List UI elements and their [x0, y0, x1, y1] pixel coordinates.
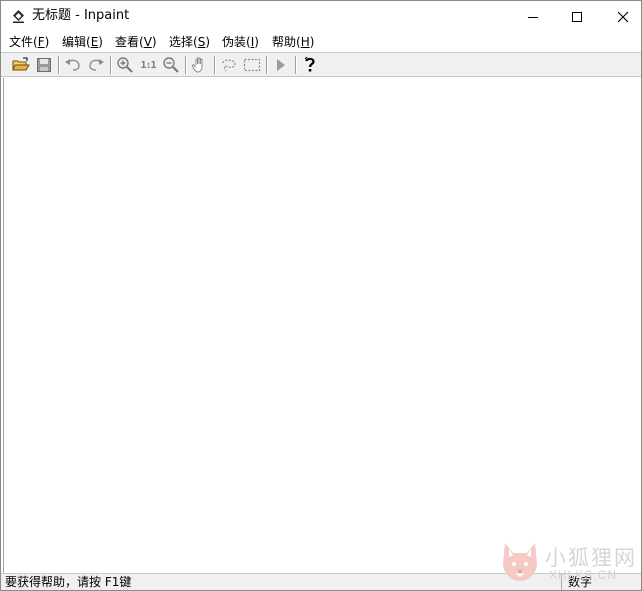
zoom-out-button[interactable]	[161, 55, 181, 75]
image-canvas[interactable]	[3, 78, 640, 573]
menu-file-tail: )	[44, 35, 50, 49]
menu-select[interactable]: 选择(S)	[169, 33, 210, 51]
minimize-button[interactable]	[510, 1, 556, 32]
menu-select-label: 选择(	[169, 35, 198, 49]
toolbar-separator	[295, 56, 297, 74]
run-button[interactable]	[271, 55, 291, 75]
menu-disguise[interactable]: 伪装(I)	[222, 33, 259, 51]
open-button[interactable]	[11, 55, 31, 75]
toolbar-separator	[214, 56, 216, 74]
lasso-select-button[interactable]	[219, 55, 239, 75]
menu-view-tail: )	[151, 35, 157, 49]
undo-icon	[65, 59, 80, 71]
hand-pan-icon	[191, 57, 203, 73]
title-bar[interactable]: 无标题 - Inpaint	[1, 1, 641, 32]
open-folder-icon	[12, 57, 30, 71]
zoom-out-icon	[163, 57, 179, 73]
app-window: 无标题 - Inpaint 文件(F) 编辑(E) 查看(V) 选择(S) 伪装…	[0, 0, 642, 591]
toolbar-separator	[185, 56, 187, 74]
zoom-in-button[interactable]	[115, 55, 135, 75]
help-button[interactable]	[300, 55, 320, 75]
lasso-select-icon	[222, 59, 236, 72]
save-button[interactable]	[34, 55, 54, 75]
zoom-in-icon	[117, 57, 133, 73]
rect-select-button[interactable]	[242, 55, 262, 75]
toolbar-separator	[58, 56, 60, 74]
maximize-button[interactable]	[554, 1, 600, 32]
watermark-en: XHLKS.CN	[549, 568, 618, 582]
undo-button[interactable]	[63, 55, 83, 75]
toolbar: 1:1	[1, 52, 641, 77]
inpaint-app-icon	[13, 10, 24, 23]
menu-bar: 文件(F) 编辑(E) 查看(V) 选择(S) 伪装(I) 帮助(H)	[1, 32, 641, 52]
pan-button[interactable]	[190, 55, 210, 75]
redo-icon	[89, 59, 104, 71]
menu-help-label: 帮助(	[272, 35, 301, 49]
status-hint: 要获得帮助，请按 F1键	[5, 575, 132, 589]
menu-disguise-tail: )	[254, 35, 259, 49]
menu-edit[interactable]: 编辑(E)	[62, 33, 103, 51]
actual-size-icon: 1:1	[140, 59, 156, 71]
redo-button[interactable]	[86, 55, 106, 75]
menu-view[interactable]: 查看(V)	[115, 33, 157, 51]
menu-edit-tail: )	[98, 35, 103, 49]
menu-edit-label: 编辑(	[62, 35, 91, 49]
toolbar-separator	[110, 56, 112, 74]
menu-file[interactable]: 文件(F)	[9, 33, 49, 51]
close-button[interactable]	[600, 1, 642, 32]
maximize-icon	[572, 11, 582, 22]
menu-help[interactable]: 帮助(H)	[272, 33, 314, 51]
menu-help-tail: )	[309, 35, 315, 49]
fox-logo-icon	[503, 543, 537, 581]
help-icon	[304, 56, 315, 72]
menu-view-label: 查看(	[115, 35, 144, 49]
menu-file-label: 文件(	[9, 35, 38, 49]
save-icon	[37, 58, 51, 72]
run-icon	[277, 59, 285, 71]
menu-file-accelerator: F	[37, 35, 45, 49]
menu-disguise-label: 伪装(	[222, 35, 251, 49]
menu-select-tail: )	[205, 35, 210, 49]
minimize-icon	[528, 16, 538, 18]
close-icon	[617, 11, 629, 22]
actual-size-button[interactable]: 1:1	[138, 55, 158, 75]
rect-select-icon	[243, 58, 261, 72]
menu-help-accelerator: H	[300, 35, 310, 49]
watermark: 小狐狸网 XHLKS.CN	[497, 539, 639, 587]
menu-view-accelerator: V	[143, 35, 152, 49]
window-title: 无标题 - Inpaint	[32, 8, 130, 23]
toolbar-separator	[266, 56, 268, 74]
